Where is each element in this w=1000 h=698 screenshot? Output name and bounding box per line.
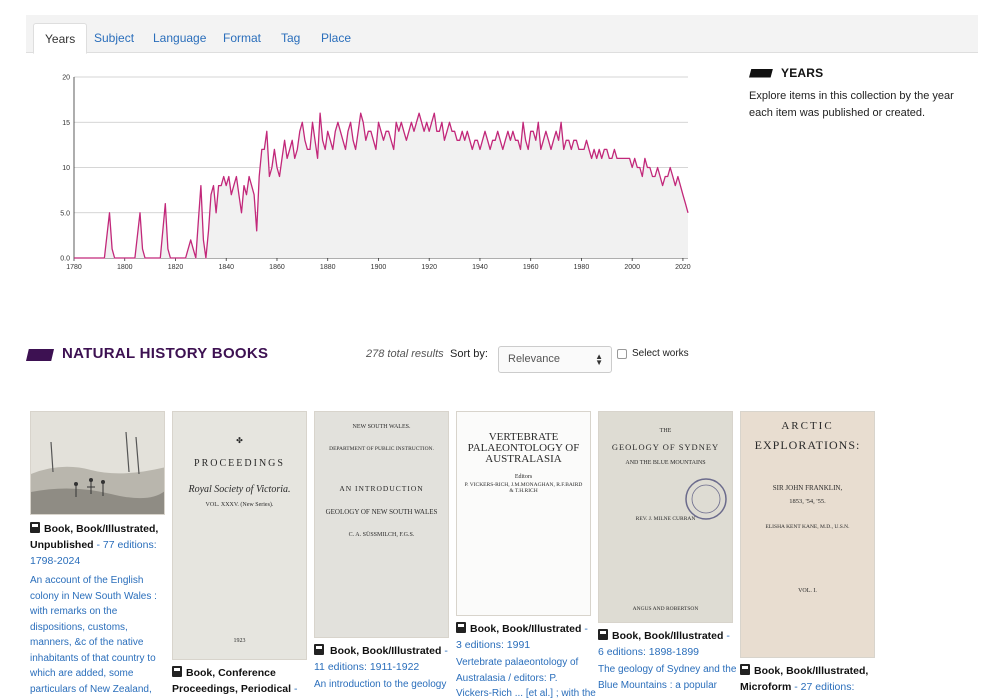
book-meta: Book, Book/Illustrated - 11 editions: 19… [314,643,454,693]
x-tick-label: 1880 [320,264,336,271]
book-editions[interactable]: - 27 editions: [794,681,854,693]
cover-department: DEPARTMENT OF PUBLIC INSTRUCTION. [329,446,434,452]
y-tick-label: 15 [62,120,70,127]
tab-format[interactable]: Format [212,23,272,53]
book-meta: Book, Book/Illustrated, Unpublished - 77… [30,521,170,697]
cover-volume: VOL. I. [798,588,817,594]
book-title[interactable]: The geology of Sydney and the Blue Mount… [598,662,738,693]
total-results: 278 total results [366,348,444,360]
book-editions[interactable]: - [294,683,298,695]
series-area [74,113,688,258]
cover-years: 1853, '54, '55. [789,498,826,505]
cover-the: THE [659,428,672,434]
cover-illustration [31,412,164,514]
select-works[interactable]: Select works [617,348,689,359]
cover-editors: P. VICKERS-RICH, J.M.MONAGHAN, R.F.BAIRD… [464,482,583,494]
sort-label: Sort by: [450,348,488,360]
x-tick-label: 1800 [117,264,133,271]
cover-year: 1923 [233,638,246,644]
tab-years[interactable]: Years [33,23,88,54]
library-stamp-icon [685,478,727,520]
book-meta: Book, Conference Proceedings, Periodical… [172,665,312,697]
book-format: Book, Book/Illustrated [470,623,582,635]
x-tick-label: 1780 [66,264,82,271]
tab-language[interactable]: Language [142,23,217,53]
book-title[interactable]: An introduction to the geology [314,677,454,693]
cover-title: VERTEBRATE PALAEONTOLOGY OF AUSTRALASIA [467,431,580,465]
cover-subject: SIR JOHN FRANKLIN, [772,484,843,492]
cover-editors-label: Editors [514,474,533,480]
book-format: Book, Book/Illustrated [612,630,724,642]
cover-title-line1: ARCTIC [781,420,834,432]
book-icon [30,522,40,533]
flag-icon [749,68,773,78]
cover-publisher: ANGUS AND ROBERTSON [632,606,699,612]
book-icon [598,629,608,640]
x-tick-label: 1980 [574,264,590,271]
book-icon [456,622,466,633]
years-info-title: YEARS [781,66,824,80]
book-format: Book, Book/Illustrated [330,645,442,657]
cover-author: ELISHA KENT KANE, M.D., U.S.N. [765,524,850,530]
cover-title: AN INTRODUCTION [339,484,424,493]
results-header: NATURAL HISTORY BOOKS 278 total results … [26,343,978,375]
x-tick-label: 1940 [472,264,488,271]
x-tick-label: 1900 [371,264,387,271]
cover-title: PROCEEDINGS [194,458,285,469]
facet-tabs: Years Subject Language Format Tag Place [26,15,978,54]
book-cover[interactable] [30,411,165,515]
book-icon [172,666,182,677]
cover-subtitle: Royal Society of Victoria. [188,484,291,495]
cover-volume: VOL. XXXV. (New Series). [205,502,274,508]
years-info-text: Explore items in this collection by the … [749,90,954,119]
cover-title: GEOLOGY OF SYDNEY [611,442,720,452]
sort-select[interactable]: Relevance ▲ ▼ [498,346,612,373]
y-tick-label: 10 [62,165,70,172]
flag-icon [26,349,54,361]
book-cover[interactable]: THE GEOLOGY OF SYDNEY AND THE BLUE MOUNT… [598,411,733,623]
x-tick-label: 1840 [218,264,234,271]
x-tick-label: 2020 [675,264,691,271]
book-title[interactable]: Vertebrate palaeontology of Australasia … [456,655,596,698]
cover-subtitle: AND THE BLUE MOUNTAINS [625,460,706,466]
tab-place[interactable]: Place [310,23,362,53]
section-title: NATURAL HISTORY BOOKS [62,345,269,362]
select-works-label: Select works [632,348,689,359]
book-icon [740,664,750,675]
years-info-heading: YEARS [749,66,969,80]
cover-title-line2: EXPLORATIONS: [754,438,861,452]
y-tick-label: 20 [62,75,70,82]
sort-value: Relevance [508,353,560,365]
cover-author: C. A. SÜSSMILCH, F.G.S. [348,532,415,538]
cover-subtitle: GEOLOGY OF NEW SOUTH WALES [325,508,438,516]
book-cover[interactable]: VERTEBRATE PALAEONTOLOGY OF AUSTRALASIA … [456,411,591,616]
book-icon [314,644,324,655]
book-title[interactable]: An account of the English colony in New … [30,573,170,697]
years-chart-svg: 0.0 5.0 10 15 20 1780 1800 1820 1840 1860 1880 1900… [60,75,691,272]
book-cover[interactable]: NEW SOUTH WALES. DEPARTMENT OF PUBLIC IN… [314,411,449,638]
tab-tag[interactable]: Tag [270,23,311,53]
cover-header: NEW SOUTH WALES. [352,424,411,430]
x-tick-label: 1860 [269,264,285,271]
select-works-checkbox[interactable] [617,348,627,359]
book-cover[interactable]: ✤ PROCEEDINGS Royal Society of Victoria.… [172,411,307,660]
years-info-panel: YEARS Explore items in this collection b… [749,66,969,122]
tab-subject[interactable]: Subject [83,23,145,53]
x-tick-label: 1820 [168,264,184,271]
book-cover[interactable]: ARCTIC EXPLORATIONS: SIR JOHN FRANKLIN, … [740,411,875,658]
book-meta: Book, Book/Illustrated, Microform - 27 e… [740,663,880,695]
book-meta: Book, Book/Illustrated - 3 editions: 199… [456,621,596,698]
cover-ornament-icon: ✤ [236,436,243,445]
book-format: Book, Conference Proceedings, Periodical [172,667,292,695]
sort-arrows-icon: ▲ ▼ [595,352,603,367]
y-tick-label: 0.0 [60,256,70,263]
x-tick-label: 2000 [624,264,640,271]
years-chart[interactable]: 0.0 5.0 10 15 20 1780 1800 1820 1840 1860 1880 1900… [40,65,700,275]
x-tick-label: 1960 [523,264,539,271]
x-tick-label: 1920 [421,264,437,271]
book-meta: Book, Book/Illustrated - 6 editions: 189… [598,628,738,693]
y-tick-label: 5.0 [60,210,70,217]
